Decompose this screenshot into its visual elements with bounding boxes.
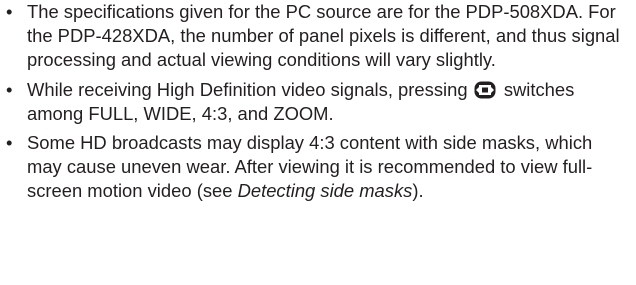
bullet: • bbox=[6, 78, 13, 100]
cross-reference-link[interactable]: Detecting side masks bbox=[238, 180, 413, 201]
note-text: The specifications given for the PC sour… bbox=[27, 1, 620, 71]
notes-list: • The specifications given for the PC so… bbox=[2, 0, 632, 209]
screen-size-button-icon bbox=[474, 81, 496, 99]
bullet: • bbox=[6, 1, 13, 22]
note-item-hd-screen-size: • While receiving High Definition video … bbox=[2, 78, 632, 126]
note-item-pc-source: • The specifications given for the PC so… bbox=[2, 0, 632, 73]
note-text-before: While receiving High Definition video si… bbox=[27, 78, 473, 100]
note-text-after: ). bbox=[412, 180, 424, 202]
bullet: • bbox=[6, 132, 13, 154]
note-item-side-masks: • Some HD broadcasts may display 4:3 con… bbox=[2, 131, 632, 204]
